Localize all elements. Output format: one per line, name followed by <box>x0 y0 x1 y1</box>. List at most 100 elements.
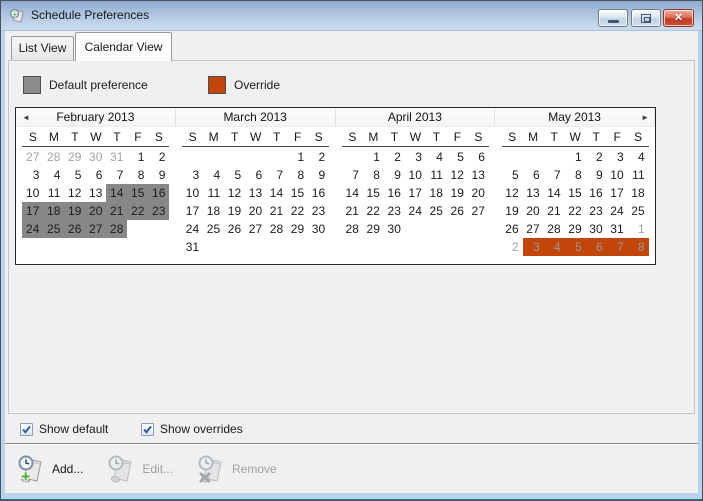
day-cell[interactable]: 30 <box>586 220 607 238</box>
day-cell[interactable]: 21 <box>544 202 565 220</box>
day-cell[interactable]: 15 <box>287 184 308 202</box>
day-cell[interactable]: 26 <box>502 220 523 238</box>
day-cell[interactable]: 29 <box>287 220 308 238</box>
day-cell[interactable]: 11 <box>426 166 447 184</box>
day-cell[interactable]: 17 <box>607 184 628 202</box>
day-cell[interactable]: 16 <box>586 184 607 202</box>
day-cell[interactable]: 2 <box>502 238 523 256</box>
day-cell[interactable]: 24 <box>607 202 628 220</box>
day-cell[interactable]: 25 <box>43 220 64 238</box>
day-cell[interactable]: 6 <box>468 148 489 166</box>
day-cell[interactable]: 20 <box>245 202 266 220</box>
day-cell[interactable]: 8 <box>565 166 586 184</box>
day-cell[interactable]: 3 <box>607 148 628 166</box>
day-cell[interactable]: 22 <box>565 202 586 220</box>
day-cell[interactable]: 25 <box>203 220 224 238</box>
day-cell[interactable]: 27 <box>468 202 489 220</box>
day-cell[interactable]: 7 <box>544 166 565 184</box>
day-cell[interactable]: 4 <box>203 166 224 184</box>
day-cell[interactable]: 16 <box>384 184 405 202</box>
day-cell[interactable]: 19 <box>447 184 468 202</box>
day-cell[interactable]: 14 <box>544 184 565 202</box>
day-cell[interactable]: 3 <box>22 166 43 184</box>
day-cell[interactable]: 10 <box>607 166 628 184</box>
day-cell[interactable]: 11 <box>628 166 649 184</box>
day-cell[interactable]: 24 <box>182 220 203 238</box>
prev-month-icon[interactable]: ◄ <box>18 108 34 127</box>
day-cell[interactable]: 7 <box>106 166 127 184</box>
day-cell[interactable]: 25 <box>426 202 447 220</box>
tab-calendar-view[interactable]: Calendar View <box>75 32 172 61</box>
titlebar[interactable]: Schedule Preferences ✕ <box>1 1 702 31</box>
day-cell[interactable]: 19 <box>64 202 85 220</box>
day-cell[interactable]: 2 <box>586 148 607 166</box>
day-cell[interactable]: 2 <box>148 148 169 166</box>
day-cell[interactable]: 1 <box>287 148 308 166</box>
day-cell[interactable]: 4 <box>628 148 649 166</box>
day-cell[interactable]: 9 <box>308 166 329 184</box>
day-cell[interactable]: 15 <box>127 184 148 202</box>
day-cell[interactable]: 5 <box>447 148 468 166</box>
day-cell[interactable]: 26 <box>447 202 468 220</box>
day-cell[interactable]: 1 <box>363 148 384 166</box>
day-cell[interactable]: 15 <box>363 184 384 202</box>
show-overrides-checkbox[interactable] <box>141 423 154 436</box>
day-cell[interactable]: 5 <box>502 166 523 184</box>
day-cell[interactable]: 25 <box>628 202 649 220</box>
show-default-checkbox[interactable] <box>20 423 33 436</box>
day-cell[interactable]: 23 <box>308 202 329 220</box>
day-cell[interactable]: 1 <box>127 148 148 166</box>
day-cell[interactable]: 1 <box>628 220 649 238</box>
day-cell[interactable]: 18 <box>203 202 224 220</box>
day-cell[interactable]: 18 <box>628 184 649 202</box>
day-cell[interactable]: 7 <box>266 166 287 184</box>
day-cell[interactable]: 24 <box>22 220 43 238</box>
day-cell[interactable]: 14 <box>106 184 127 202</box>
tab-list-view[interactable]: List View <box>11 36 74 60</box>
day-cell[interactable]: 17 <box>405 184 426 202</box>
day-cell[interactable]: 20 <box>85 202 106 220</box>
day-cell[interactable]: 28 <box>342 220 363 238</box>
day-cell[interactable]: 12 <box>447 166 468 184</box>
day-cell[interactable]: 22 <box>363 202 384 220</box>
maximize-button[interactable] <box>631 9 661 27</box>
day-cell[interactable]: 29 <box>363 220 384 238</box>
day-cell[interactable]: 8 <box>287 166 308 184</box>
day-cell[interactable]: 30 <box>384 220 405 238</box>
day-cell[interactable]: 26 <box>224 220 245 238</box>
day-cell[interactable]: 6 <box>85 166 106 184</box>
day-cell[interactable]: 13 <box>85 184 106 202</box>
day-cell[interactable]: 4 <box>426 148 447 166</box>
day-cell[interactable]: 13 <box>245 184 266 202</box>
day-cell[interactable]: 18 <box>426 184 447 202</box>
day-cell[interactable]: 21 <box>342 202 363 220</box>
day-cell[interactable]: 6 <box>245 166 266 184</box>
day-cell[interactable]: 13 <box>468 166 489 184</box>
day-cell[interactable]: 26 <box>64 220 85 238</box>
day-cell[interactable]: 9 <box>384 166 405 184</box>
show-default-checkbox-row[interactable]: Show default <box>20 421 108 437</box>
minimize-button[interactable] <box>598 9 628 27</box>
remove-button[interactable]: Remove <box>197 454 277 484</box>
day-cell[interactable]: 14 <box>266 184 287 202</box>
day-cell[interactable]: 4 <box>544 238 565 256</box>
day-cell[interactable]: 2 <box>308 148 329 166</box>
day-cell[interactable]: 16 <box>308 184 329 202</box>
day-cell[interactable]: 28 <box>266 220 287 238</box>
day-cell[interactable]: 23 <box>384 202 405 220</box>
day-cell[interactable]: 27 <box>245 220 266 238</box>
day-cell[interactable]: 10 <box>182 184 203 202</box>
day-cell[interactable]: 29 <box>64 148 85 166</box>
day-cell[interactable]: 5 <box>64 166 85 184</box>
day-cell[interactable]: 6 <box>523 166 544 184</box>
day-cell[interactable]: 3 <box>523 238 544 256</box>
close-button[interactable]: ✕ <box>663 9 694 27</box>
day-cell[interactable]: 28 <box>544 220 565 238</box>
day-cell[interactable]: 12 <box>64 184 85 202</box>
day-cell[interactable]: 28 <box>43 148 64 166</box>
day-cell[interactable]: 6 <box>586 238 607 256</box>
day-cell[interactable]: 18 <box>43 202 64 220</box>
day-cell[interactable]: 7 <box>607 238 628 256</box>
day-cell[interactable]: 16 <box>148 184 169 202</box>
day-cell[interactable]: 17 <box>182 202 203 220</box>
